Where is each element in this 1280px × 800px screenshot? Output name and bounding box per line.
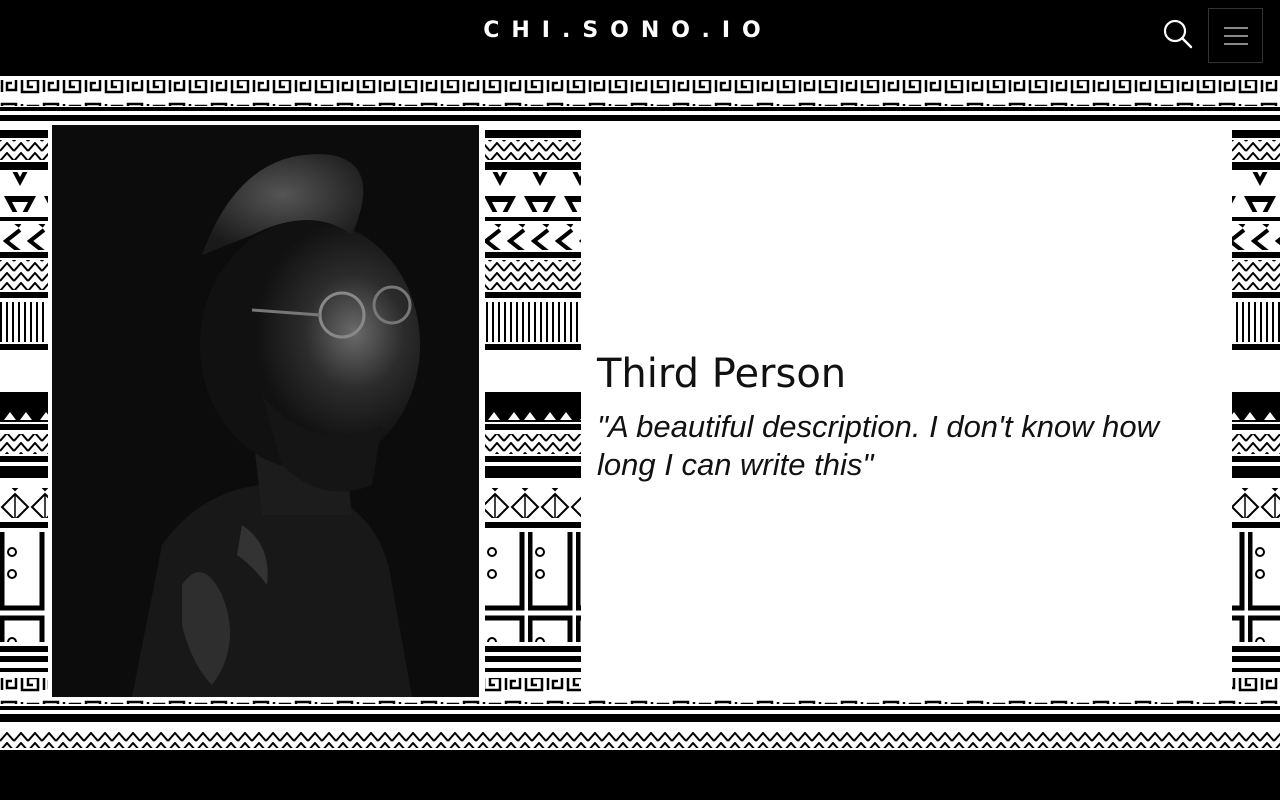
site-brand[interactable]: CHI.SONO.IO: [0, 18, 1256, 43]
search-icon[interactable]: [1160, 16, 1196, 52]
profile-card: Third Person "A beautiful description. I…: [581, 122, 1232, 700]
person-name: Third Person: [597, 351, 847, 397]
hamburger-menu-icon[interactable]: [1208, 8, 1263, 63]
portrait-frame: [48, 122, 485, 700]
bottom-black-band: [0, 750, 1280, 800]
portrait-photo: [52, 125, 479, 697]
profile-text: Third Person "A beautiful description. I…: [597, 350, 1207, 484]
top-navigation-bar: CHI.SONO.IO: [0, 0, 1280, 72]
person-quote: "A beautiful description. I don't know h…: [597, 409, 1160, 482]
